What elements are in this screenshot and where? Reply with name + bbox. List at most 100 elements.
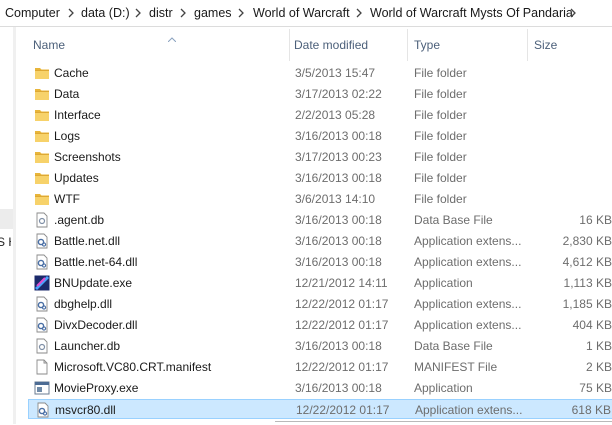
file-type: File folder	[414, 129, 467, 143]
file-row[interactable]: Battle.net.dll 3/16/2013 00:18 Application…	[28, 231, 612, 251]
chevron-right-icon[interactable]	[133, 6, 143, 20]
file-type: File folder	[414, 108, 467, 122]
file-name: Interface	[54, 108, 101, 122]
file-type: Application extens...	[415, 403, 523, 417]
file-icon	[34, 338, 50, 354]
file-type: Application	[414, 381, 473, 395]
file-date-modified: 3/16/2013 00:18	[295, 171, 382, 185]
column-divider[interactable]	[289, 29, 290, 61]
file-row[interactable]: Microsoft.VC80.CRT.manifest 12/22/2012 01…	[28, 357, 612, 377]
file-row[interactable]: Logs 3/16/2013 00:18 File folder	[28, 126, 612, 146]
column-divider[interactable]	[527, 29, 528, 61]
navigation-pane-label[interactable]: S H	[0, 235, 11, 249]
file-size: 4,612 KB	[562, 255, 612, 269]
file-type: Data Base File	[414, 213, 493, 227]
column-divider[interactable]	[407, 29, 408, 61]
file-date-modified: 12/21/2012 14:11	[295, 276, 388, 290]
file-row[interactable]: WTF 3/6/2013 14:10 File folder	[28, 189, 612, 209]
file-name: Battle.net-64.dll	[54, 255, 138, 269]
file-name: dbghelp.dll	[54, 297, 113, 311]
dll-icon	[34, 296, 50, 312]
column-header-bar: Name Date modified Type Size	[16, 27, 612, 61]
chevron-right-icon[interactable]	[178, 6, 188, 20]
bnupdate-icon	[34, 275, 50, 291]
file-type: File folder	[414, 192, 467, 206]
chevron-right-icon[interactable]	[354, 6, 364, 20]
folder-icon	[34, 128, 50, 144]
breadcrumb-distr[interactable]: distr	[149, 6, 173, 20]
file-row[interactable]: .agent.db 3/16/2013 00:18 Data Base File 16…	[28, 210, 612, 230]
file-name: MovieProxy.exe	[54, 381, 139, 395]
address-bar[interactable]: Computer data (D:) distr games World of …	[0, 0, 612, 27]
chevron-right-icon[interactable]	[236, 6, 246, 20]
file-row[interactable]: Cache 3/5/2013 15:47 File folder	[28, 63, 612, 83]
column-header-size[interactable]: Size	[534, 38, 557, 52]
file-row[interactable]: Interface 2/2/2013 05:28 File folder	[28, 105, 612, 125]
file-name: Data	[54, 87, 80, 101]
folder-icon	[34, 65, 50, 81]
file-name: Battle.net.dll	[54, 234, 121, 248]
file-row[interactable]: Data 3/17/2013 02:22 File folder	[28, 84, 612, 104]
file-type: Application extens...	[414, 318, 522, 332]
exe-icon	[34, 380, 50, 396]
file-type: Application extens...	[414, 297, 522, 311]
file-row[interactable]: dbghelp.dll 12/22/2012 01:17 Application e…	[28, 294, 612, 314]
file-row[interactable]: Screenshots 3/17/2013 00:23 File folder	[28, 147, 612, 167]
breadcrumb-mysts-of-pandaria[interactable]: World of Warcraft Mysts Of Pandaria	[370, 6, 573, 20]
navigation-pane-selected-item[interactable]	[0, 209, 14, 229]
file-size: 1,185 KB	[562, 297, 612, 311]
file-date-modified: 3/5/2013 15:47	[295, 66, 376, 80]
column-header-type[interactable]: Type	[414, 38, 440, 52]
file-type: File folder	[414, 66, 467, 80]
column-header-date-modified[interactable]: Date modified	[294, 38, 368, 52]
file-date-modified: 3/16/2013 00:18	[295, 213, 382, 227]
breadcrumb-computer[interactable]: Computer	[5, 6, 60, 20]
file-size: 75 KB	[579, 381, 612, 395]
dll-icon	[34, 233, 50, 249]
column-header-name[interactable]: Name	[33, 38, 65, 52]
file-row[interactable]: Launcher.db 3/16/2013 00:18 Data Base File…	[28, 336, 612, 356]
file-name: Logs	[54, 129, 81, 143]
file-date-modified: 12/22/2012 01:17	[295, 318, 389, 332]
file-row[interactable]: Battle.net-64.dll 3/16/2013 00:18 Applicat…	[28, 252, 612, 272]
file-type: File folder	[414, 171, 467, 185]
file-row[interactable]: BNUpdate.exe 12/21/2012 14:11 Application 1…	[28, 273, 612, 293]
file-type: File folder	[414, 150, 467, 164]
file-row[interactable]: MovieProxy.exe 3/16/2013 00:18 Application…	[28, 378, 612, 398]
breadcrumb-world-of-warcraft[interactable]: World of Warcraft	[253, 6, 350, 20]
file-date-modified: 2/2/2013 05:28	[295, 108, 376, 122]
file-type: Application extens...	[414, 234, 522, 248]
file-name: Cache	[54, 66, 89, 80]
file-date-modified: 3/17/2013 02:22	[295, 87, 382, 101]
folder-icon	[34, 149, 50, 165]
file-row[interactable]: DivxDecoder.dll 12/22/2012 01:17 Applicati…	[28, 315, 612, 335]
file-name: .agent.db	[54, 213, 105, 227]
file-row[interactable]: msvcr80.dll 12/22/2012 01:17 Application e…	[28, 399, 612, 419]
file-date-modified: 3/16/2013 00:18	[295, 255, 382, 269]
chevron-right-icon[interactable]	[66, 6, 76, 20]
breadcrumb-drive[interactable]: data (D:)	[81, 6, 130, 20]
file-name: WTF	[54, 192, 80, 206]
file-date-modified: 12/22/2012 01:17	[296, 403, 390, 417]
folder-icon	[34, 86, 50, 102]
file-size: 2,830 KB	[562, 234, 612, 248]
file-date-modified: 3/16/2013 00:18	[295, 234, 382, 248]
file-name: DivxDecoder.dll	[54, 318, 138, 332]
folder-icon	[34, 170, 50, 186]
dll-icon	[34, 254, 50, 270]
file-name: BNUpdate.exe	[54, 276, 133, 290]
chevron-right-icon[interactable]	[568, 6, 578, 20]
file-name: Launcher.db	[54, 339, 121, 353]
file-size: 1,113 KB	[563, 276, 612, 290]
file-name: Updates	[54, 171, 99, 185]
file-size: 1 KB	[585, 339, 612, 353]
folder-icon	[34, 107, 50, 123]
file-date-modified: 3/16/2013 00:18	[295, 381, 382, 395]
file-name: Screenshots	[54, 150, 121, 164]
horizontal-scrollbar-edge[interactable]	[275, 421, 612, 425]
file-type: Application	[414, 276, 473, 290]
file-size: 404 KB	[572, 318, 612, 332]
breadcrumb-games[interactable]: games	[194, 6, 232, 20]
folder-icon	[34, 191, 50, 207]
file-row[interactable]: Updates 3/16/2013 00:18 File folder	[28, 168, 612, 188]
